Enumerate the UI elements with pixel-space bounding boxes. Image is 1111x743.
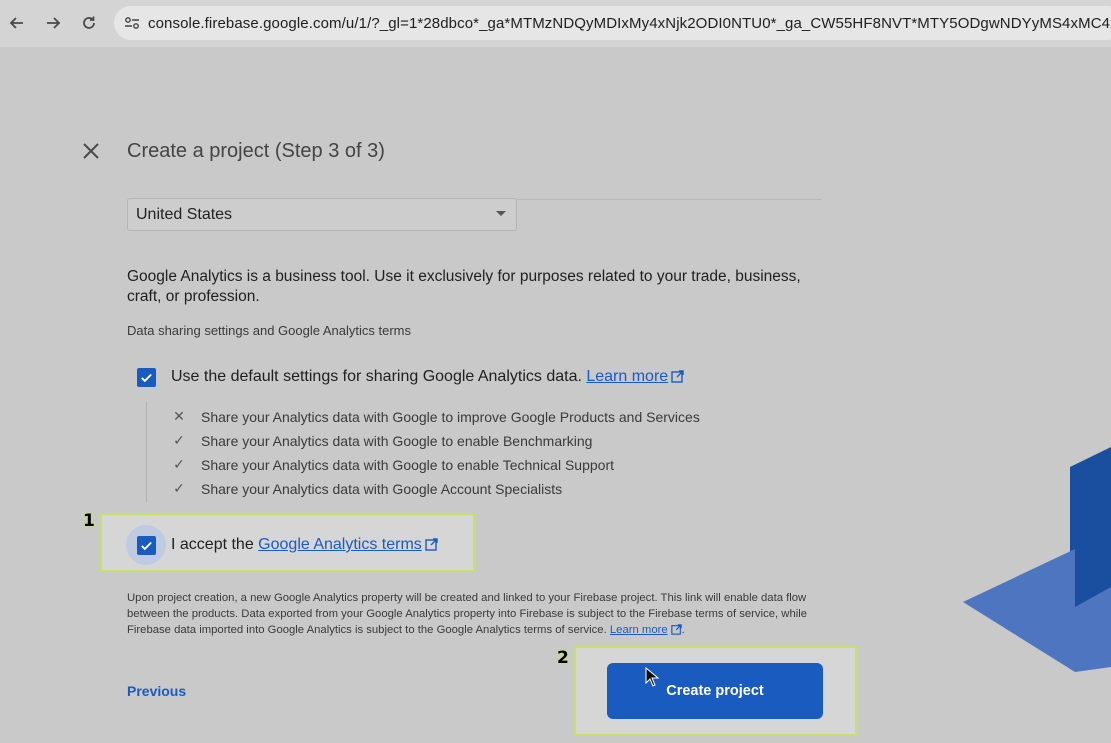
- share-settings-list: ✕ Share your Analytics data with Google …: [146, 402, 746, 502]
- external-link-icon: [670, 624, 682, 640]
- check-icon: ✓: [173, 456, 185, 472]
- notice-learn-more-link[interactable]: Learn more: [610, 624, 668, 636]
- dropdown-caret-icon: [496, 211, 506, 216]
- checkmark-icon: [141, 541, 152, 551]
- analytics-notice: Upon project creation, a new Google Anal…: [127, 590, 827, 640]
- reload-icon[interactable]: [76, 10, 102, 36]
- page-title: Create a project (Step 3 of 3): [127, 140, 385, 162]
- create-project-button[interactable]: Create project: [607, 663, 823, 719]
- accept-terms-label: I accept the: [171, 536, 254, 553]
- checkmark-icon: [141, 373, 152, 383]
- page-content: Create a project (Step 3 of 3) United St…: [0, 47, 1111, 743]
- address-bar[interactable]: console.firebase.google.com/u/1/?_gl=1*2…: [114, 6, 1111, 40]
- country-select-value: United States: [136, 206, 233, 223]
- decorative-shapes: [963, 447, 1111, 672]
- share-item-text: Share your Analytics data with Google Ac…: [201, 480, 563, 497]
- step-number-1: 1: [83, 511, 95, 531]
- site-settings-icon[interactable]: [124, 12, 140, 34]
- close-icon[interactable]: [80, 142, 102, 164]
- default-settings-label: Use the default settings for sharing Goo…: [171, 368, 582, 385]
- accept-terms-row: I accept the Google Analytics terms: [171, 536, 438, 556]
- mouse-cursor-icon: [645, 666, 660, 692]
- share-item-text: Share your Analytics data with Google to…: [201, 408, 700, 425]
- learn-more-link[interactable]: Learn more: [586, 368, 668, 385]
- check-icon: ✓: [173, 480, 185, 496]
- url-text: console.firebase.google.com/u/1/?_gl=1*2…: [148, 14, 1111, 32]
- list-item: ✓ Share your Analytics data with Google …: [171, 432, 592, 449]
- check-icon: ✓: [173, 432, 185, 448]
- external-link-icon: [425, 538, 438, 556]
- accept-terms-checkbox[interactable]: [137, 536, 156, 555]
- divider: [516, 199, 822, 200]
- notice-text: Upon project creation, a new Google Anal…: [127, 592, 808, 636]
- analytics-description: Google Analytics is a business tool. Use…: [127, 268, 801, 305]
- cross-icon: ✕: [173, 408, 185, 424]
- list-item: ✓ Share your Analytics data with Google …: [171, 456, 614, 473]
- external-link-icon: [671, 370, 684, 388]
- notice-end: .: [681, 624, 685, 636]
- country-select[interactable]: United States: [127, 198, 517, 231]
- browser-toolbar: console.firebase.google.com/u/1/?_gl=1*2…: [0, 0, 1111, 47]
- share-item-text: Share your Analytics data with Google to…: [201, 432, 593, 449]
- back-arrow-icon[interactable]: [4, 10, 30, 36]
- default-settings-checkbox[interactable]: [137, 368, 156, 387]
- list-item: ✓ Share your Analytics data with Google …: [171, 480, 562, 497]
- analytics-terms-link[interactable]: Google Analytics terms: [258, 536, 422, 553]
- share-item-text: Share your Analytics data with Google to…: [201, 456, 614, 473]
- forward-arrow-icon[interactable]: [40, 10, 66, 36]
- previous-button[interactable]: Previous: [127, 683, 186, 699]
- step-number-2: 2: [557, 648, 569, 668]
- section-label: Data sharing settings and Google Analyti…: [127, 323, 411, 338]
- list-item: ✕ Share your Analytics data with Google …: [171, 408, 700, 425]
- default-settings-row: Use the default settings for sharing Goo…: [171, 368, 684, 388]
